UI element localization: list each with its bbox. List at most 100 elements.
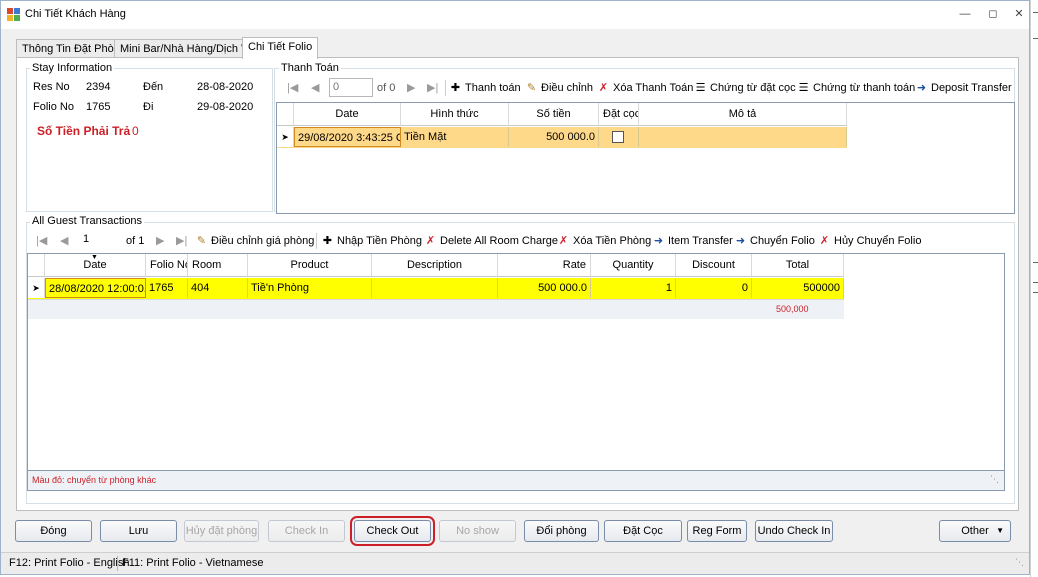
col-header-rate[interactable]: Rate [498, 254, 591, 277]
row-pointer-icon: ➤ [28, 278, 45, 298]
other-dropdown-button[interactable]: Other ▼ [939, 520, 1011, 542]
transactions-toolbar: |◀ ◀ 1 of 1 ▶ ▶| ✎ Điều chỉnh giá phòng ✚… [28, 229, 1012, 253]
col-header-room[interactable]: Room [188, 254, 248, 277]
col-header-folio-no[interactable]: Folio No [146, 254, 188, 277]
close-button[interactable]: Đóng [15, 520, 92, 542]
maximize-icon[interactable]: ◻ [983, 5, 1003, 23]
cell-room[interactable]: 404 [188, 278, 248, 298]
table-row[interactable]: ➤ 28/08/2020 12:00:0... 1765 404 Tiề'n P… [28, 278, 844, 299]
deposit-checkbox[interactable] [612, 131, 624, 143]
row-pointer-icon: ➤ [277, 127, 294, 147]
cancel-booking-button[interactable]: Hủy đặt phòng [184, 520, 259, 542]
deposit-voucher-label: Chứng từ đặt cọc [710, 82, 796, 94]
delete-x-icon: ✗ [819, 235, 830, 247]
cell-product[interactable]: Tiề'n Phòng [248, 278, 372, 298]
col-header-method[interactable]: Hình thức [401, 103, 509, 126]
col-header-date[interactable]: Date [294, 103, 401, 126]
tab-folio-detail[interactable]: Chi Tiết Folio [242, 37, 319, 59]
cell-method[interactable]: Tiền Mặt [401, 127, 509, 147]
cell-date[interactable]: 29/08/2020 3:43:25 CH [294, 127, 401, 147]
chevron-down-icon: ▼ [996, 526, 1004, 535]
save-button[interactable]: Lưu [100, 520, 177, 542]
list-icon: ☰ [798, 82, 809, 94]
delete-x-icon: ✗ [598, 82, 609, 94]
last-page-icon[interactable]: ▶| [427, 76, 438, 100]
first-page-icon[interactable]: |◀ [36, 229, 47, 253]
tab-minibar-restaurant[interactable]: Mini Bar/Nhà Hàng/Dịch Vụ [114, 39, 261, 58]
add-payment-button[interactable]: ✚ Thanh toán [449, 76, 521, 100]
transactions-page-count: of 1 [126, 235, 145, 247]
title-bar: Chi Tiết Khách Hàng — ◻ ✕ [1, 1, 1029, 29]
first-page-icon[interactable]: |◀ [287, 76, 298, 100]
payment-voucher-button[interactable]: ☰ Chứng từ thanh toán [797, 76, 916, 100]
cell-date[interactable]: 28/08/2020 12:00:0... [45, 278, 146, 298]
item-transfer-label: Item Transfer [668, 235, 733, 247]
col-header-quantity[interactable]: Quantity [591, 254, 676, 277]
cancel-transfer-folio-button[interactable]: ✗ Hủy Chuyển Folio [818, 229, 922, 253]
add-payment-label: Thanh toán [465, 82, 521, 94]
last-page-icon[interactable]: ▶| [176, 229, 187, 253]
transactions-page-input[interactable]: 1 [80, 231, 124, 250]
col-header-description[interactable]: Description [372, 254, 498, 277]
cell-discount[interactable]: 0 [676, 278, 752, 298]
pencil-icon: ✎ [196, 235, 207, 247]
adjust-room-rate-button[interactable]: ✎ Điều chỉnh giá phòng [195, 229, 314, 253]
amount-due-label: Số Tiền Phải Trả [37, 124, 131, 138]
adjust-payment-button[interactable]: ✎ Điều chỉnh [525, 76, 593, 100]
folio-no-value: 1765 [86, 101, 111, 113]
col-header-discount[interactable]: Discount [676, 254, 752, 277]
delete-all-room-charge-label: Delete All Room Charge [440, 235, 559, 247]
prev-page-icon[interactable]: ◀ [60, 229, 68, 253]
col-header-deposit[interactable]: Đặt cọc [599, 103, 639, 126]
toolbar-separator [445, 80, 446, 96]
cell-description[interactable] [372, 278, 498, 298]
toolbar-separator [316, 233, 317, 249]
delete-room-charge-label: Xóa Tiền Phòng [573, 235, 652, 247]
post-room-charge-label: Nhập Tiền Phòng [337, 235, 423, 247]
item-transfer-button[interactable]: ➜ Item Transfer [652, 229, 733, 253]
no-show-button[interactable]: No show [439, 520, 516, 542]
delete-room-charge-button[interactable]: ✗ Xóa Tiền Phòng [557, 229, 651, 253]
reg-form-button[interactable]: Reg Form [687, 520, 747, 542]
other-label: Other [961, 525, 989, 537]
next-page-icon[interactable]: ▶ [156, 229, 164, 253]
cell-total[interactable]: 500000 [752, 278, 844, 298]
minimize-icon[interactable]: — [955, 5, 975, 23]
next-page-icon[interactable]: ▶ [407, 76, 415, 100]
payment-grid: Date Hình thức Số tiền Đặt cọc Mô tả ➤ 2… [276, 102, 1015, 214]
check-out-button[interactable]: Check Out [350, 516, 435, 546]
payment-page-input[interactable]: 0 [329, 78, 373, 97]
cell-amount[interactable]: 500 000.0 [509, 127, 599, 147]
col-header-date[interactable]: Date ▼ [45, 254, 146, 277]
delete-all-room-charge-button[interactable]: ✗ Delete All Room Charge [424, 229, 558, 253]
col-header-amount[interactable]: Số tiền [509, 103, 599, 126]
deposit-button[interactable]: Đặt Cọc [604, 520, 682, 542]
cell-description[interactable] [639, 127, 847, 147]
close-icon[interactable]: ✕ [1009, 5, 1029, 23]
cell-rate[interactable]: 500 000.0 [498, 278, 591, 298]
summary-row: 500,000 [28, 299, 844, 319]
col-header-product[interactable]: Product [248, 254, 372, 277]
cell-deposit[interactable] [599, 127, 639, 147]
col-header-total[interactable]: Total [752, 254, 844, 277]
delete-payment-button[interactable]: ✗ Xóa Thanh Toán [597, 76, 693, 100]
col-header-description[interactable]: Mô tả [639, 103, 847, 126]
resize-grip-icon[interactable]: ⋱ [1015, 557, 1024, 568]
table-row[interactable]: ➤ 29/08/2020 3:43:25 CH Tiền Mặt 500 000… [277, 127, 847, 148]
cell-quantity[interactable]: 1 [591, 278, 676, 298]
tab-label: Mini Bar/Nhà Hàng/Dịch Vụ [120, 43, 255, 55]
transactions-title: All Guest Transactions [30, 215, 145, 227]
undo-check-in-button[interactable]: Undo Check In [755, 520, 833, 542]
status-separator [117, 556, 118, 571]
cell-folio-no[interactable]: 1765 [146, 278, 188, 298]
transfer-folio-button[interactable]: ➜ Chuyển Folio [734, 229, 815, 253]
resize-grip-icon[interactable]: ⋱ [990, 474, 999, 485]
payment-page-count: of 0 [377, 82, 396, 94]
deposit-voucher-button[interactable]: ☰ Chứng từ đặt cọc [694, 76, 796, 100]
prev-page-icon[interactable]: ◀ [311, 76, 319, 100]
edge-mark [1033, 282, 1038, 283]
post-room-charge-button[interactable]: ✚ Nhập Tiền Phòng [321, 229, 422, 253]
change-room-button[interactable]: Đổi phòng [524, 520, 599, 542]
check-in-button[interactable]: Check In [268, 520, 345, 542]
deposit-transfer-button[interactable]: ➜ Deposit Transfer [915, 76, 1012, 100]
